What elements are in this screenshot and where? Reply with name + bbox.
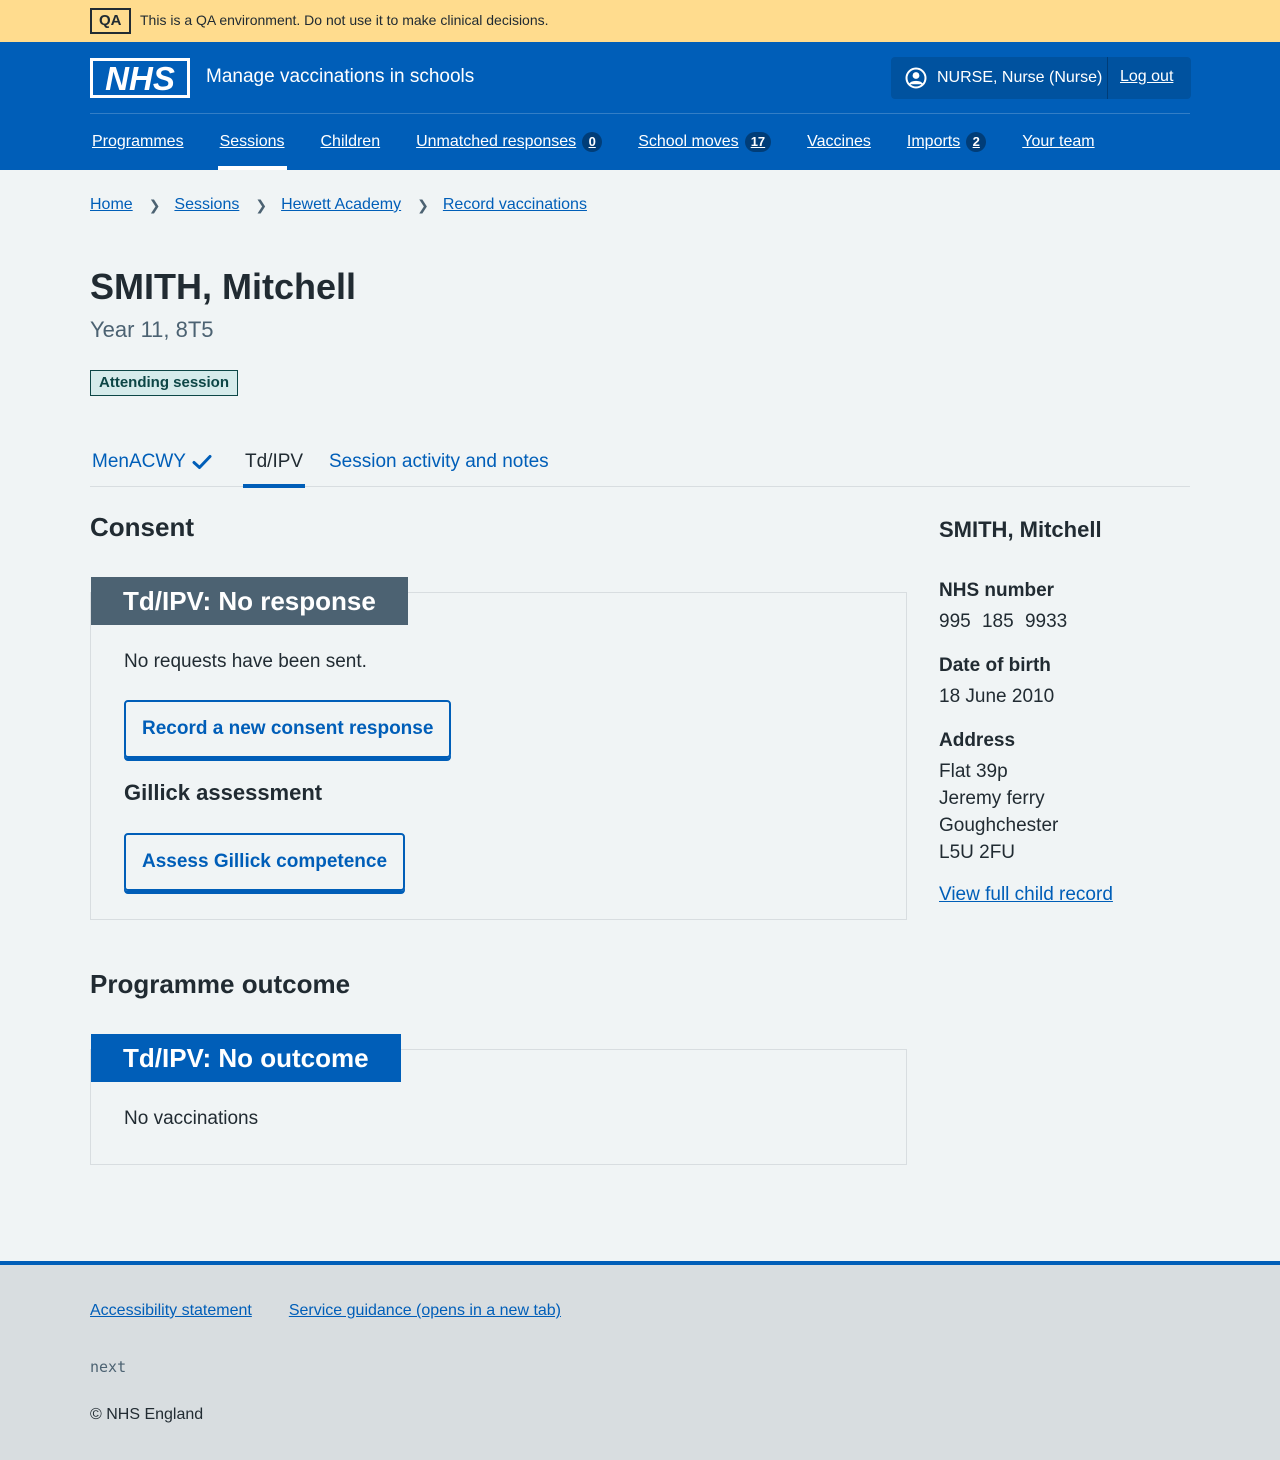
logout-link[interactable]: Log out	[1120, 68, 1173, 86]
nav-item-unmatched-responses[interactable]: Unmatched responses 0	[414, 114, 604, 170]
nav-label: School moves	[638, 133, 739, 150]
nav-item-imports[interactable]: Imports 2	[905, 114, 988, 170]
breadcrumb-sessions[interactable]: Sessions	[174, 196, 239, 214]
app-version: next	[90, 1358, 127, 1376]
nav-label: Sessions	[219, 133, 285, 150]
account-divider	[1107, 57, 1108, 99]
address-line: L5U 2FU	[939, 842, 1016, 863]
programme-tabs: MenACWY Td/IPV Session activity and note…	[90, 436, 1190, 488]
nav-item-children[interactable]: Children	[319, 114, 383, 170]
outcome-message: No vaccinations	[124, 1108, 259, 1129]
nav-label: Imports	[906, 133, 961, 150]
sidebar-patient-name: SMITH, Mitchell	[939, 517, 1102, 542]
dob-label: Date of birth	[939, 655, 1051, 676]
nav-item-programmes[interactable]: Programmes	[90, 114, 186, 170]
check-icon	[192, 454, 212, 469]
consent-card: Td/IPV: No response No requests have bee…	[90, 577, 907, 920]
nav-item-vaccines[interactable]: Vaccines	[805, 114, 873, 170]
primary-nav: Programmes Sessions Children Unmatched r…	[90, 114, 1129, 170]
user-circle-icon	[905, 67, 927, 89]
nav-item-your-team[interactable]: Your team	[1020, 114, 1096, 170]
tab-tdipv[interactable]: Td/IPV	[243, 436, 306, 488]
consent-heading: Consent	[90, 512, 194, 542]
qa-banner: QA This is a QA environment. Do not use …	[0, 0, 1280, 42]
dob-value: 18 June 2010	[939, 686, 1055, 707]
unmatched-count-badge: 0	[582, 132, 603, 152]
nhs-number-label: NHS number	[939, 580, 1055, 601]
account-panel: NURSE, Nurse (Nurse) Log out	[891, 57, 1191, 99]
chevron-right-icon: ❯	[255, 196, 268, 213]
record-consent-button[interactable]: Record a new consent response	[124, 700, 452, 758]
assess-gillick-button[interactable]: Assess Gillick competence	[124, 833, 406, 891]
breadcrumb-school[interactable]: Hewett Academy	[281, 196, 401, 214]
nav-item-sessions[interactable]: Sessions	[217, 114, 287, 170]
address-line: Flat 39p	[939, 761, 1008, 782]
nav-label: Your team	[1022, 133, 1095, 150]
nhs-logo[interactable]: NHS	[90, 58, 190, 98]
account-user: NURSE, Nurse (Nurse)	[905, 57, 1102, 99]
svg-text:NHS: NHS	[105, 60, 175, 97]
tab-label: Td/IPV	[245, 450, 304, 472]
qa-banner-text: This is a QA environment. Do not use it …	[140, 12, 549, 28]
tab-menacwy[interactable]: MenACWY	[92, 436, 212, 487]
nhs-number-value: 995 185 9933	[939, 611, 1068, 632]
nav-label: Programmes	[92, 133, 184, 150]
outcome-card-title: Td/IPV: No outcome	[91, 1034, 401, 1082]
address-line: Jeremy ferry	[939, 788, 1045, 809]
nav-label: Children	[320, 133, 381, 150]
copyright: © NHS England	[90, 1406, 204, 1423]
imports-count-badge: 2	[966, 132, 987, 152]
gillick-heading: Gillick assessment	[124, 780, 323, 805]
service-name[interactable]: Manage vaccinations in schools	[206, 66, 474, 88]
outcome-card: Td/IPV: No outcome No vaccinations	[90, 1034, 907, 1165]
account-user-name: NURSE, Nurse (Nurse)	[937, 69, 1103, 86]
address-label: Address	[939, 730, 1016, 751]
view-full-child-record-link[interactable]: View full child record	[939, 884, 1113, 906]
chevron-right-icon: ❯	[417, 196, 429, 213]
consent-message: No requests have been sent.	[124, 651, 367, 672]
chevron-right-icon: ❯	[148, 196, 161, 213]
site-footer: Accessibility statement Service guidance…	[0, 1261, 1280, 1460]
nav-label: Vaccines	[807, 133, 871, 150]
status-badge: Attending session	[90, 370, 239, 396]
site-header: NHS Manage vaccinations in schools NURSE…	[0, 42, 1280, 170]
school-moves-count-badge: 17	[744, 132, 772, 152]
nhs-logo-icon: NHS	[90, 58, 190, 98]
breadcrumb-home[interactable]: Home	[90, 196, 133, 214]
nav-label: Unmatched responses	[416, 133, 577, 150]
tab-session-activity[interactable]: Session activity and notes	[329, 436, 549, 487]
address-line: Goughchester	[939, 815, 1059, 836]
page-title: SMITH, Mitchell	[90, 266, 357, 307]
tab-label: MenACWY	[92, 450, 186, 472]
page-caption: Year 11, 8T5	[90, 317, 214, 342]
tab-label: Session activity and notes	[329, 450, 549, 472]
nav-item-school-moves[interactable]: School moves 17	[636, 114, 773, 170]
service-guidance-link[interactable]: Service guidance (opens in a new tab)	[289, 1302, 561, 1320]
qa-tag: QA	[90, 8, 131, 34]
breadcrumb-record-vaccinations[interactable]: Record vaccinations	[443, 196, 587, 214]
consent-card-title: Td/IPV: No response	[91, 577, 408, 625]
outcome-heading: Programme outcome	[90, 969, 351, 999]
breadcrumb: Home ❯ Sessions ❯ Hewett Academy ❯ Recor…	[90, 196, 587, 214]
footer-links: Accessibility statement Service guidance…	[90, 1302, 561, 1320]
accessibility-statement-link[interactable]: Accessibility statement	[90, 1302, 252, 1320]
